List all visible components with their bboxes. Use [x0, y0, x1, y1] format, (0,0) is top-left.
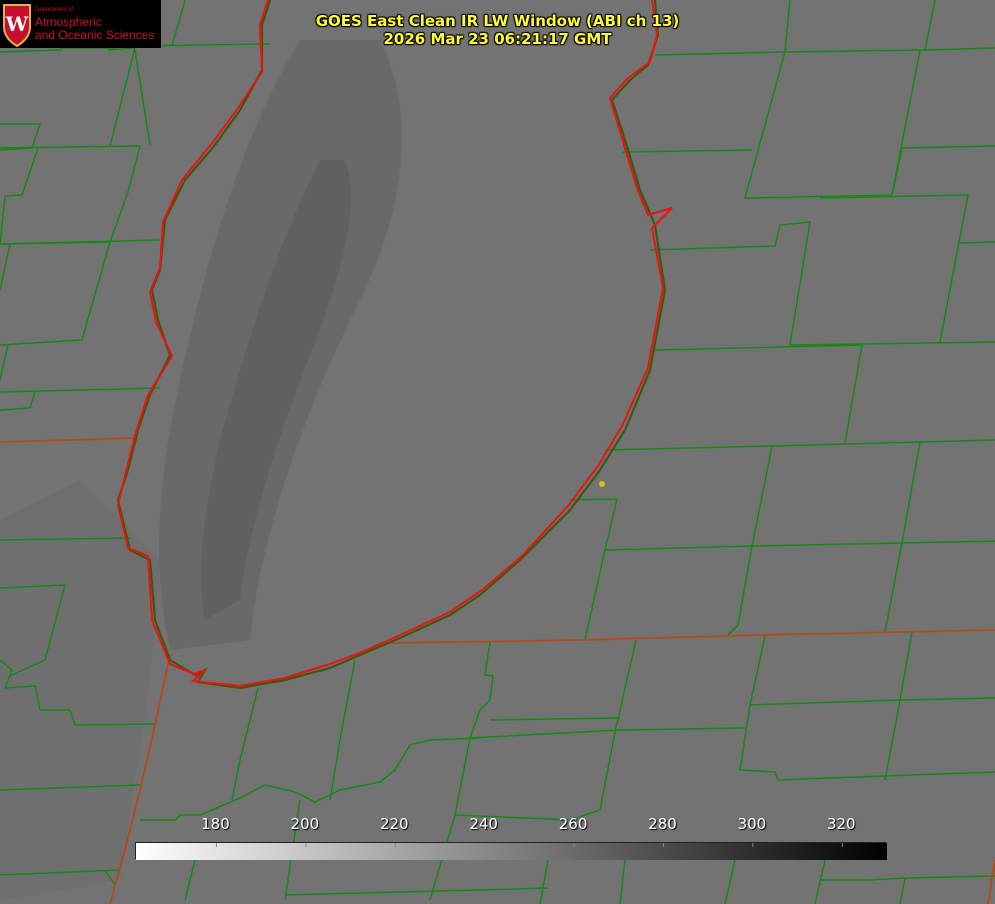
- colorbar-tick-label: 320: [826, 815, 856, 833]
- colorbar-gradient: [136, 843, 887, 860]
- colorbar-tick-label: 240: [469, 815, 498, 833]
- colorbar-tick-label: 200: [290, 815, 320, 833]
- station-marker: [599, 481, 605, 487]
- colorbar: [135, 842, 887, 860]
- colorbar-tick-label: 180: [201, 815, 230, 833]
- colorbar-tick-label: 220: [379, 815, 409, 833]
- colorbar-tick-label: 260: [558, 815, 588, 833]
- ir-background: [0, 0, 995, 904]
- satellite-map: [0, 0, 995, 904]
- colorbar-tick-label: 280: [648, 815, 677, 833]
- image-timestamp: 2026 Mar 23 06:21:17 GMT: [383, 30, 612, 48]
- colorbar-tick-label: 300: [737, 815, 767, 833]
- image-title: GOES East Clean IR LW Window (ABI ch 13): [315, 12, 680, 30]
